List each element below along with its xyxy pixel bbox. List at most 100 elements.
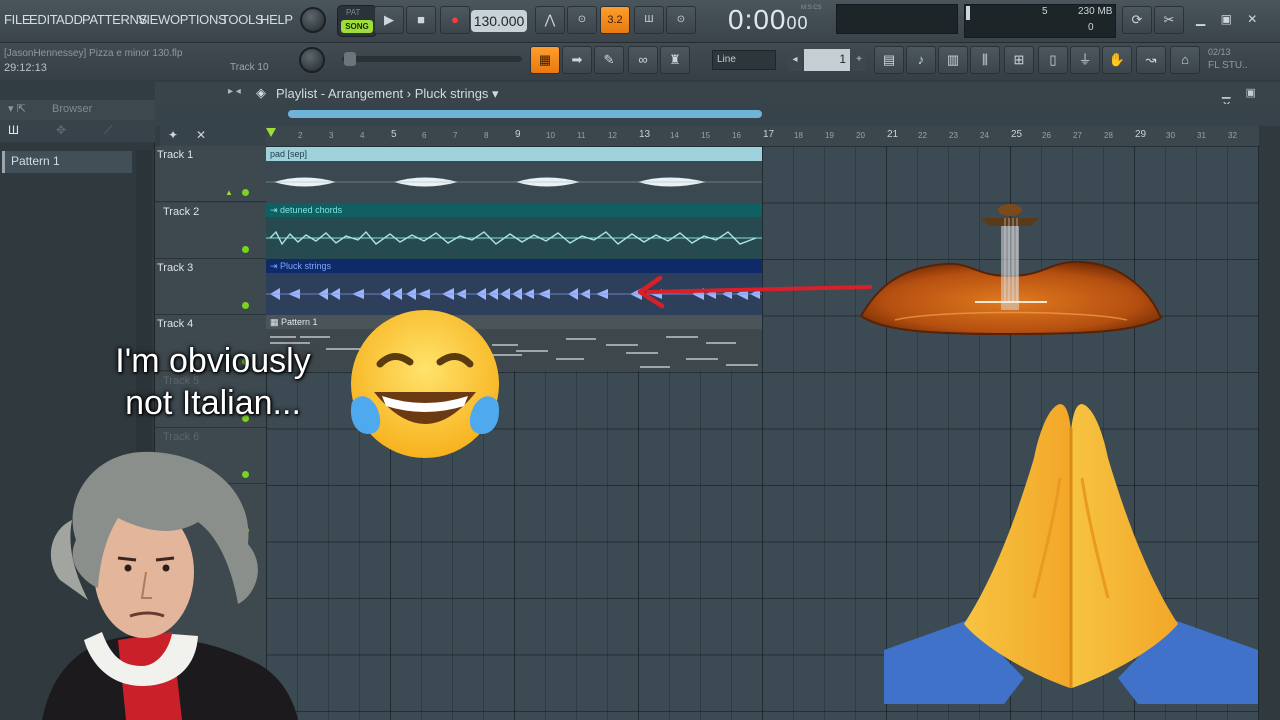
clip-pad-waveform[interactable] (266, 161, 762, 203)
piano-typing-icon[interactable]: ▦ (530, 46, 560, 74)
track-mute-led[interactable] (242, 189, 249, 196)
tempo-tap-icon[interactable]: ↝ (1136, 46, 1166, 74)
link-icon[interactable]: ∞ (628, 46, 658, 74)
countdown-icon[interactable]: 3.2 (600, 6, 630, 34)
file-icon[interactable]: ▯ (1038, 46, 1068, 74)
ruler-bar-24[interactable]: 24 (980, 131, 989, 140)
master-volume-knob[interactable] (300, 7, 326, 33)
clip-pad-header[interactable]: pad [sep] (266, 147, 762, 161)
step-down-icon[interactable]: ◂ (788, 49, 802, 71)
ruler-bar-8[interactable]: 8 (484, 131, 488, 140)
stop-button[interactable]: ■ (406, 6, 436, 34)
snap-icon[interactable]: ✦ (168, 128, 178, 142)
mixer-icon[interactable]: ⫼ (970, 46, 1000, 74)
ruler-bar-10[interactable]: 10 (546, 131, 555, 140)
stamp-icon[interactable]: ♜ (660, 46, 690, 74)
menu-options[interactable]: OPTIONS (170, 12, 227, 27)
ruler-bar-13[interactable]: 13 (639, 129, 650, 140)
ruler-bar-27[interactable]: 27 (1073, 131, 1082, 140)
playlist-vertical-scrollbar[interactable] (1259, 126, 1280, 720)
wait-record-icon[interactable]: ⊙ (567, 6, 597, 34)
piano-roll-icon[interactable]: ♪ (906, 46, 936, 74)
playhead-marker[interactable] (266, 128, 276, 137)
track-mute-led[interactable] (242, 302, 249, 309)
ruler-bar-9[interactable]: 9 (515, 129, 521, 140)
news-label[interactable]: FL STU.. (1208, 60, 1248, 71)
song-position-slider[interactable] (342, 56, 522, 62)
help-icon[interactable]: ✋ (1102, 46, 1132, 74)
ruler-bar-31[interactable]: 31 (1197, 131, 1206, 140)
playlist-current-pattern[interactable]: Pluck strings (415, 86, 489, 101)
clip-detuned-chords-header[interactable]: ⇥ detuned chords (266, 203, 762, 217)
track-header-2[interactable]: Track 2 (155, 203, 266, 259)
ruler-bar-7[interactable]: 7 (453, 131, 457, 140)
menu-tools[interactable]: TOOLS (221, 12, 264, 27)
playlist-title[interactable]: Playlist - Arrangement › Pluck strings ▾ (276, 86, 499, 102)
hint-panel (836, 4, 958, 34)
playlist-options-icon[interactable]: ▸ ◂ (228, 86, 241, 97)
browser-tree-icon[interactable]: ⊞ (1004, 46, 1034, 74)
clip-detuned-chords-waveform[interactable] (266, 217, 762, 259)
channel-rack-icon[interactable]: ▥ (938, 46, 968, 74)
browser-menu-icon[interactable]: ▾ ⇱ (8, 102, 26, 115)
ruler-bar-17[interactable]: 17 (763, 129, 774, 140)
ruler-bar-23[interactable]: 23 (949, 131, 958, 140)
plugin-tab-icon[interactable]: ✥ (56, 123, 66, 137)
tempo-display[interactable]: 130.000 (471, 10, 527, 32)
tools-icon[interactable]: ✂ (1154, 6, 1184, 34)
window-controls[interactable]: ▁ ▣ ✕ (1196, 12, 1263, 26)
pencil-icon[interactable]: ✎ (594, 46, 624, 74)
clip-pluck-strings-header[interactable]: ⇥ Pluck strings (266, 259, 762, 273)
snap-select[interactable]: Line (712, 50, 776, 70)
ruler-bar-18[interactable]: 18 (794, 131, 803, 140)
ruler-bar-21[interactable]: 21 (887, 129, 898, 140)
ruler-bar-12[interactable]: 12 (608, 131, 617, 140)
ruler-bar-19[interactable]: 19 (825, 131, 834, 140)
menu-edit[interactable]: EDIT (29, 12, 58, 27)
ruler-bar-3[interactable]: 3 (329, 131, 333, 140)
ruler-bar-4[interactable]: 4 (360, 131, 364, 140)
browser-item-pattern-1[interactable]: Pattern 1 (2, 151, 132, 173)
ruler-bar-5[interactable]: 5 (391, 129, 397, 140)
menu-help[interactable]: HELP (260, 12, 293, 27)
step-up-icon[interactable]: + (852, 49, 866, 71)
step-value[interactable]: 1 (804, 49, 850, 71)
ruler-bar-30[interactable]: 30 (1166, 131, 1175, 140)
play-button[interactable]: ▶ (374, 6, 404, 34)
piano-icon[interactable]: Ш (8, 123, 19, 137)
ruler-bar-22[interactable]: 22 (918, 131, 927, 140)
step-edit-icon[interactable]: Ш (634, 6, 664, 34)
song-position-handle[interactable] (344, 52, 356, 66)
ruler-bar-14[interactable]: 14 (670, 131, 679, 140)
track-header-3[interactable]: Track 3 (155, 259, 266, 315)
menu-view[interactable]: VIEW (138, 12, 170, 27)
ruler-bar-2[interactable]: 2 (298, 131, 302, 140)
ruler-bar-6[interactable]: 6 (422, 131, 426, 140)
ruler-bar-29[interactable]: 29 (1135, 129, 1146, 140)
ruler-bar-26[interactable]: 26 (1042, 131, 1051, 140)
ruler-bar-25[interactable]: 25 (1011, 129, 1022, 140)
playlist-scroll-thumb[interactable] (288, 110, 762, 118)
plugin-icon[interactable]: ⏚ (1070, 46, 1100, 74)
track-mute-led[interactable] (242, 246, 249, 253)
shop-icon[interactable]: ⌂ (1170, 46, 1200, 74)
ruler-bar-16[interactable]: 16 (732, 131, 741, 140)
playlist-icon[interactable]: ▤ (874, 46, 904, 74)
ruler-bar-11[interactable]: 11 (577, 131, 585, 140)
record-button[interactable]: ● (440, 6, 470, 34)
reset-icon[interactable]: ⟳ (1122, 6, 1152, 34)
arrow-icon[interactable]: ➡ (562, 46, 592, 74)
metronome-icon[interactable]: ⋀ (535, 6, 565, 34)
cross-icon[interactable]: ✕ (196, 128, 206, 142)
track-header-1[interactable]: Track 1 ▲ (155, 146, 266, 202)
menu-file[interactable]: FILE (4, 12, 31, 27)
ruler-bar-20[interactable]: 20 (856, 131, 865, 140)
ruler-bar-28[interactable]: 28 (1104, 131, 1113, 140)
clip-pattern-1-header[interactable]: ▦ Pattern 1 (266, 315, 762, 329)
loop-record-icon[interactable]: ⊙ (666, 6, 696, 34)
menu-add[interactable]: ADD (56, 12, 83, 27)
ruler-bar-15[interactable]: 15 (701, 131, 710, 140)
master-pitch-knob[interactable] (299, 47, 325, 73)
ruler-bar-32[interactable]: 32 (1228, 131, 1237, 140)
brush-tab-icon[interactable]: ⟋ (104, 123, 112, 138)
